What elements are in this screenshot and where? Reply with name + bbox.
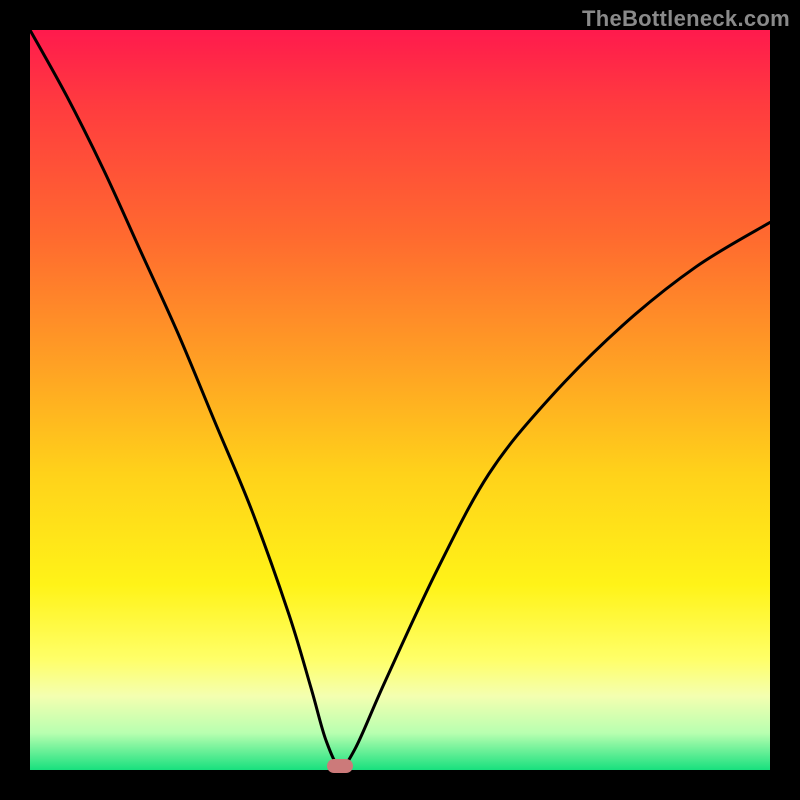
min-marker (327, 759, 353, 773)
chart-frame: TheBottleneck.com (0, 0, 800, 800)
plot-area (30, 30, 770, 770)
watermark-text: TheBottleneck.com (582, 6, 790, 32)
bottleneck-curve (30, 30, 770, 770)
